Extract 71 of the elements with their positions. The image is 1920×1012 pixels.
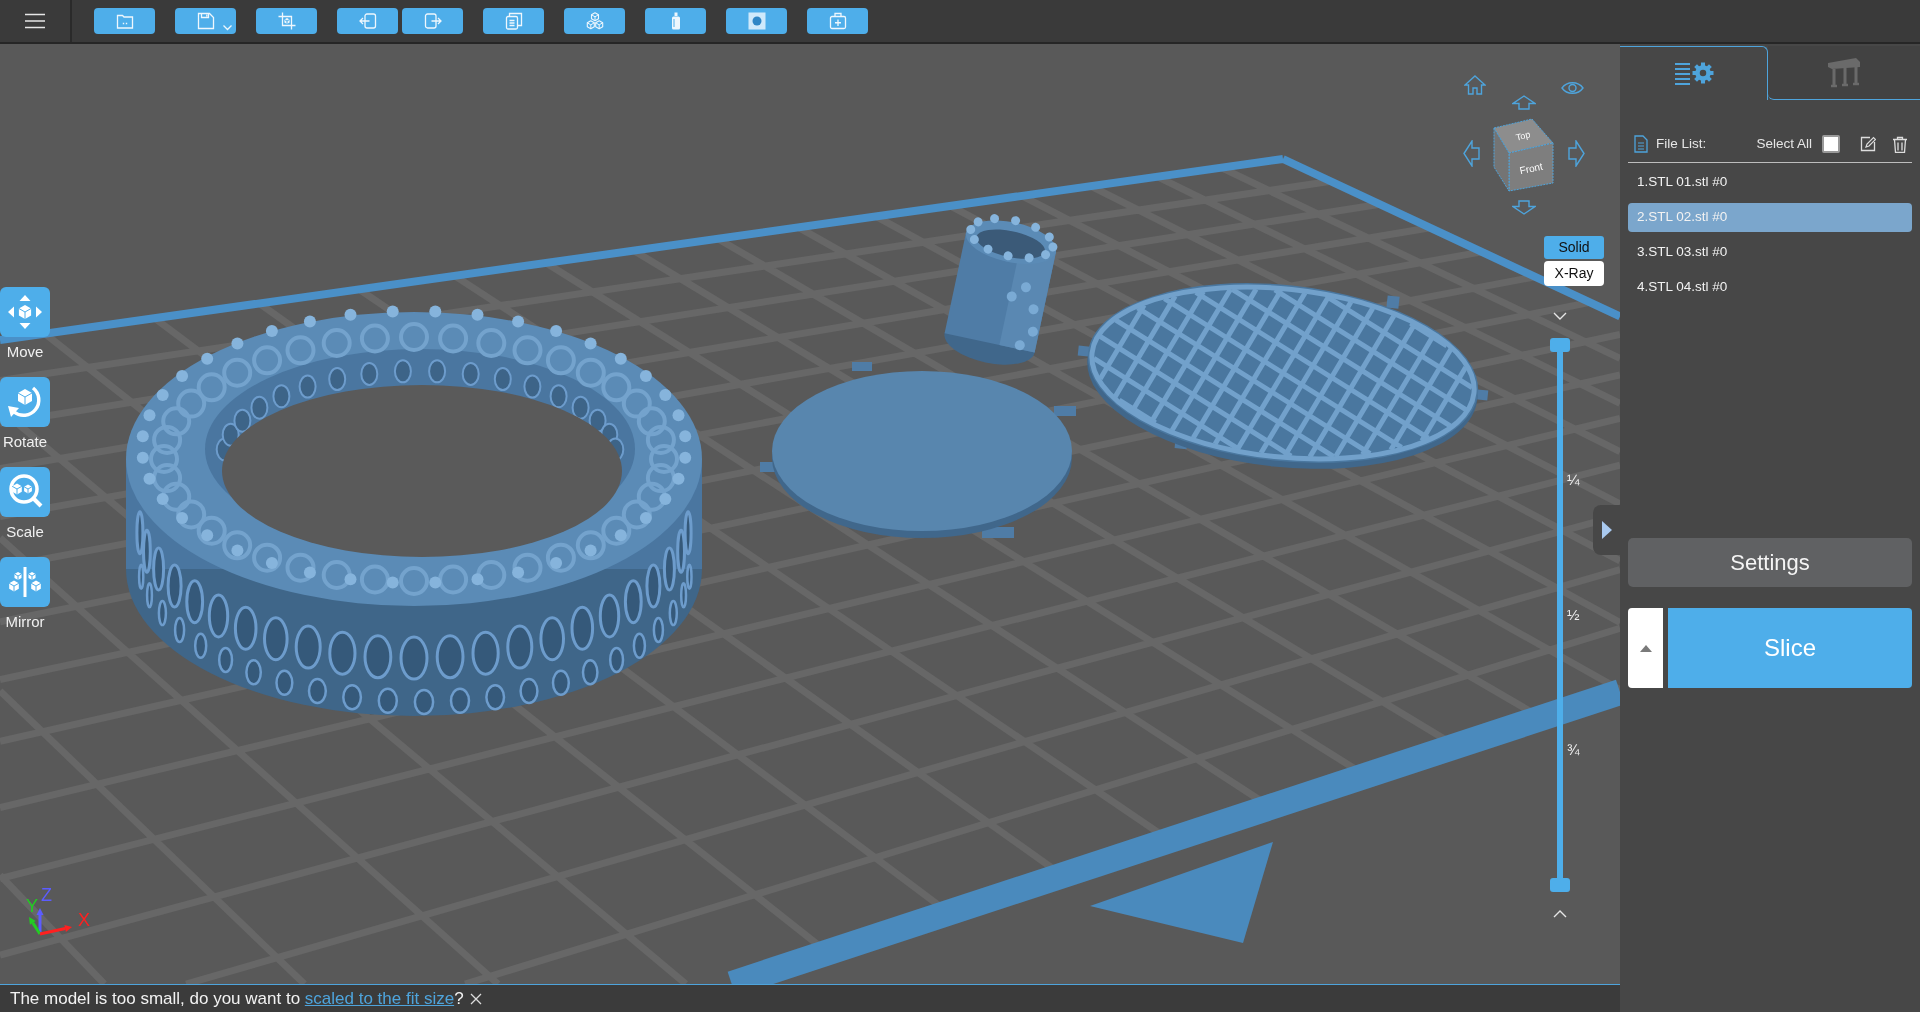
render-mode-button[interactable]: Solid <box>1544 236 1604 259</box>
chevron-down-icon[interactable] <box>1553 312 1567 321</box>
chevron-up-icon[interactable] <box>1553 909 1567 918</box>
folder-icon <box>115 12 134 30</box>
arrow-left-icon[interactable] <box>1463 140 1480 167</box>
close-icon[interactable] <box>469 992 482 1005</box>
3d-viewport[interactable]: Move Rotate Scale Mirror Top Front Solid X-Ray ¼ ½ ¾ Z Y X <box>0 44 1620 984</box>
mesh-disc-model[interactable] <box>1077 283 1489 469</box>
toolbar-button[interactable] <box>726 8 787 34</box>
cube-face-label: Front <box>1518 160 1544 177</box>
home-icon[interactable] <box>1464 75 1486 95</box>
three-cubes-icon <box>585 12 604 30</box>
collapse-panel-button[interactable] <box>1593 505 1620 555</box>
triangle-right-icon <box>1601 521 1612 539</box>
triangle-up-icon <box>1639 644 1652 652</box>
file-list-item[interactable]: 4.STL 04.stl #0 <box>1628 273 1912 302</box>
cubes-magnifier-icon <box>0 467 50 517</box>
slider-mark-label: ¾ <box>1567 740 1580 760</box>
toolbar-button[interactable] <box>337 8 398 34</box>
toolbar-button[interactable] <box>807 8 868 34</box>
crop-frame-icon <box>277 12 296 30</box>
slider-thumb[interactable] <box>1550 338 1570 352</box>
toolbar-button[interactable] <box>256 8 317 34</box>
toolbar-button[interactable] <box>645 8 706 34</box>
axis-label: Z <box>41 885 52 905</box>
select-all-checkbox[interactable] <box>1822 135 1840 153</box>
trash-icon[interactable] <box>1892 135 1908 153</box>
menu-icon[interactable] <box>25 13 45 29</box>
settings-button[interactable]: Settings <box>1628 538 1912 587</box>
cube-arrows-icon <box>0 287 50 337</box>
arrow-right-icon[interactable] <box>1568 140 1585 167</box>
status-message: The model is too small, do you want to scaled to the fit size? <box>10 987 464 1010</box>
file-list-item[interactable]: 1.STL 01.stl #0 <box>1628 168 1912 197</box>
arrow-up-icon[interactable] <box>1512 95 1536 110</box>
eye-icon[interactable] <box>1561 80 1584 96</box>
stacked-pages-icon <box>504 12 523 30</box>
panel-tab[interactable] <box>1620 46 1768 100</box>
axis-label: Y <box>26 896 38 916</box>
render-mode-button[interactable]: X-Ray <box>1544 261 1604 286</box>
tool-button[interactable]: Mirror <box>0 557 50 632</box>
panel-tab[interactable] <box>1768 46 1920 100</box>
toolbar-button[interactable] <box>564 8 625 34</box>
caret-down-icon <box>223 25 232 31</box>
cube-face-label: Top <box>1514 129 1532 143</box>
crown-ring-model[interactable] <box>126 305 702 716</box>
file-list-title: File List: <box>1656 134 1707 153</box>
slider-mark-label: ¼ <box>1567 470 1580 490</box>
tool-button[interactable]: Rotate <box>0 377 50 452</box>
ring-model[interactable] <box>944 214 1058 365</box>
toolbar-button[interactable] <box>402 8 463 34</box>
tool-button[interactable]: Scale <box>0 467 50 542</box>
slider-mark-label: ½ <box>1567 605 1580 625</box>
edit-icon[interactable] <box>1860 136 1876 152</box>
document-icon <box>1634 135 1648 153</box>
file-list-item[interactable]: 3.STL 03.stl #0 <box>1628 238 1912 267</box>
slider-thumb[interactable] <box>1550 878 1570 892</box>
fit-size-link[interactable]: scaled to the fit size <box>304 988 455 1008</box>
view-cube[interactable] <box>1493 118 1554 192</box>
arrow-right-box-icon <box>423 12 442 30</box>
toolbar-button[interactable] <box>175 8 236 34</box>
flat-disc-model[interactable] <box>760 362 1076 538</box>
pillars-icon <box>1826 57 1862 88</box>
tool-button[interactable]: Move <box>0 287 50 362</box>
select-all-label: Select All <box>1756 134 1812 153</box>
axis-label: X <box>78 910 90 930</box>
toolbar-button[interactable] <box>483 8 544 34</box>
list-gear-icon <box>1673 60 1714 87</box>
toolbar-button[interactable] <box>94 8 155 34</box>
briefcase-plus-icon <box>828 12 847 30</box>
arrow-down-icon[interactable] <box>1512 199 1536 215</box>
arrow-left-box-icon <box>358 12 377 30</box>
